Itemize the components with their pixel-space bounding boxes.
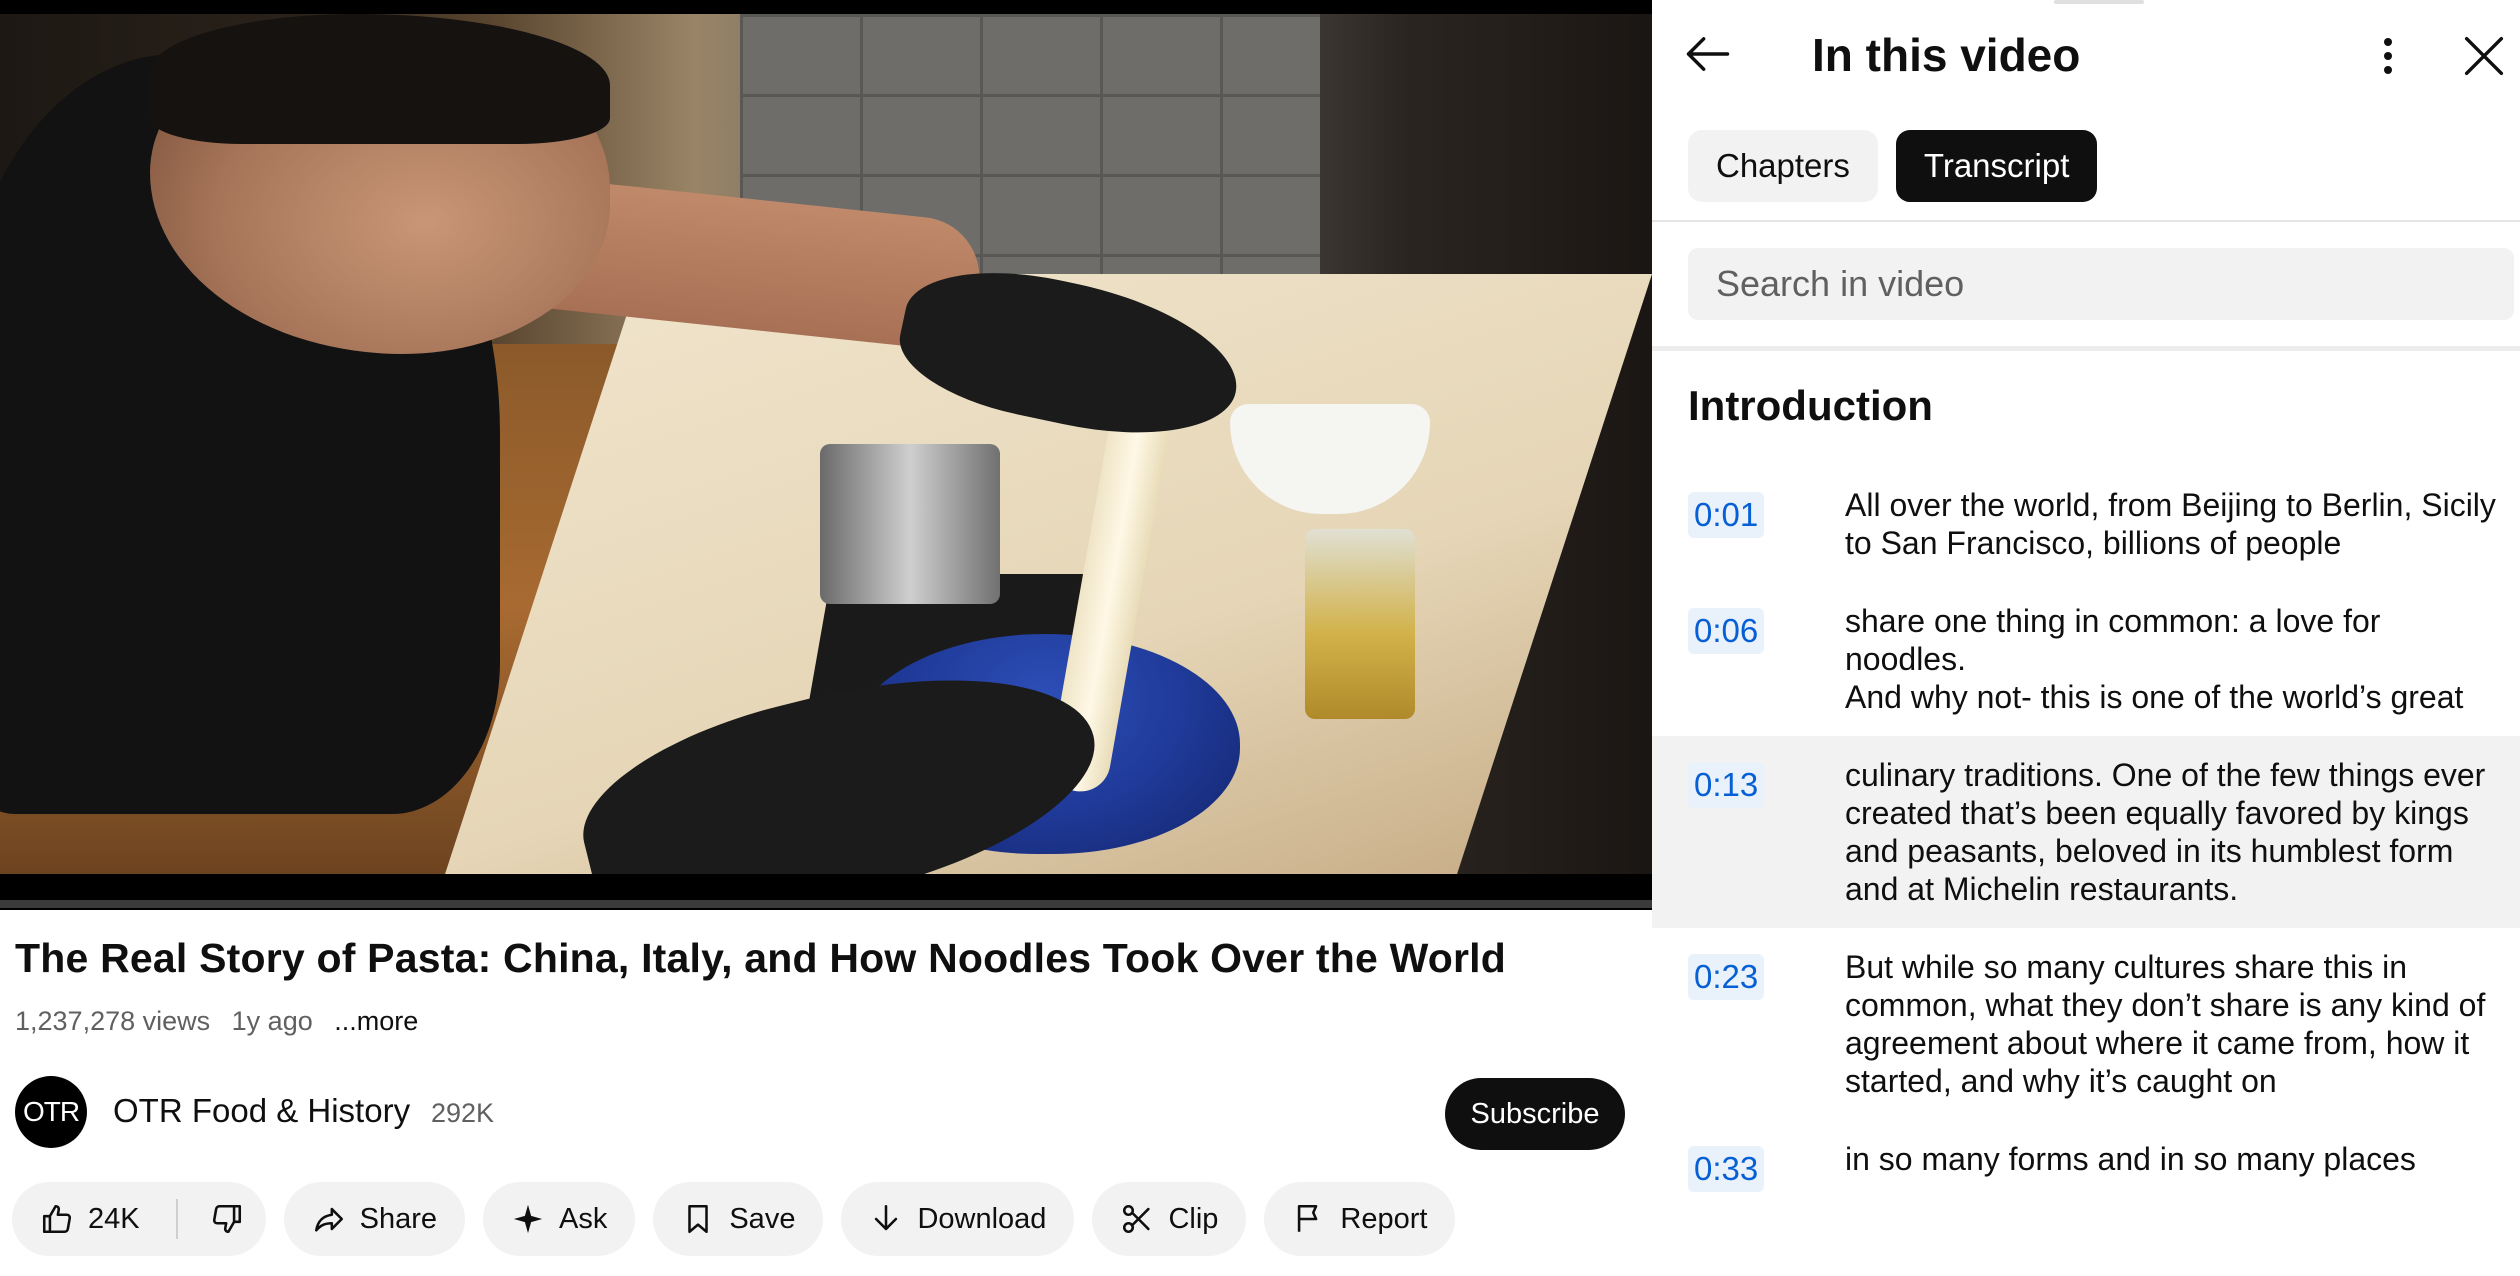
divider <box>1652 346 2520 351</box>
more-link[interactable]: ...more <box>334 1006 418 1036</box>
close-icon <box>2464 36 2504 76</box>
video-player[interactable] <box>0 0 1652 910</box>
segment-text: culinary traditions. One of the few thin… <box>1845 757 2486 907</box>
share-label: Share <box>359 1202 437 1235</box>
ask-button[interactable]: Ask <box>483 1182 636 1256</box>
panel-header: In this video <box>1652 0 2520 112</box>
share-button[interactable]: Share <box>283 1182 465 1256</box>
like-count: 24K <box>88 1202 140 1235</box>
in-this-video-panel: In this video Chapters Transcript Search… <box>1652 0 2520 1276</box>
timestamp[interactable]: 0:06 <box>1688 608 1765 654</box>
divider <box>1652 220 2520 222</box>
panel-title: In this video <box>1812 29 2081 81</box>
more-options-button[interactable] <box>2364 30 2412 82</box>
channel-name[interactable]: OTR Food & History <box>113 1092 410 1130</box>
thumbs-up-icon <box>42 1204 72 1234</box>
dislike-button[interactable] <box>192 1182 266 1256</box>
video-frame[interactable] <box>0 14 1652 874</box>
subscriber-count: 292K <box>431 1098 495 1128</box>
channel-row: OTR OTR Food & History 292K Subscribe <box>15 1074 1625 1150</box>
sparkle-icon <box>513 1204 543 1234</box>
transcript-segment[interactable]: 0:23 But while so many cultures share th… <box>1652 928 2520 1120</box>
ask-label: Ask <box>559 1202 608 1235</box>
action-bar: 24K Share Ask Save Download Clip Report <box>12 1182 1456 1256</box>
view-count: 1,237,278 views <box>15 1006 211 1036</box>
close-button[interactable] <box>2458 30 2510 82</box>
save-label: Save <box>729 1202 796 1235</box>
timestamp[interactable]: 0:13 <box>1688 762 1765 808</box>
transcript-segment-active[interactable]: 0:13 culinary traditions. One of the few… <box>1652 736 2520 928</box>
more-vert-icon <box>2384 38 2392 74</box>
timestamp[interactable]: 0:33 <box>1688 1146 1765 1192</box>
report-label: Report <box>1340 1202 1428 1235</box>
panel-tabs: Chapters Transcript <box>1688 130 2098 202</box>
transcript-segment[interactable]: 0:33 in so many forms and in so many pla… <box>1652 1120 2520 1198</box>
arrow-left-icon <box>1686 37 1730 71</box>
segment-text: All over the world, from Beijing to Berl… <box>1845 487 2496 561</box>
download-button[interactable]: Download <box>841 1182 1075 1256</box>
bookmark-icon <box>688 1204 709 1234</box>
report-button[interactable]: Report <box>1264 1182 1456 1256</box>
scissors-icon <box>1123 1204 1151 1234</box>
progress-bar[interactable] <box>0 900 1652 908</box>
subscribe-button[interactable]: Subscribe <box>1445 1078 1625 1150</box>
upload-age: 1y ago <box>231 1006 313 1036</box>
section-heading: Introduction <box>1688 382 1933 429</box>
avatar[interactable]: OTR <box>15 1076 87 1148</box>
segment-text: share one thing in common: a love for no… <box>1845 603 2464 715</box>
share-icon <box>314 1207 343 1232</box>
segment-text: in so many forms and in so many places <box>1845 1141 2416 1177</box>
transcript-segment[interactable]: 0:06 share one thing in common: a love f… <box>1652 582 2520 736</box>
watch-page: The Real Story of Pasta: China, Italy, a… <box>0 0 1652 1276</box>
timestamp[interactable]: 0:23 <box>1688 954 1765 1000</box>
download-icon <box>875 1204 898 1231</box>
save-button[interactable]: Save <box>653 1182 824 1256</box>
back-button[interactable] <box>1682 28 1734 80</box>
thumbs-down-icon <box>212 1204 241 1234</box>
tab-transcript[interactable]: Transcript <box>1895 130 2098 202</box>
video-title: The Real Story of Pasta: China, Italy, a… <box>15 935 1507 981</box>
transcript-segment[interactable]: 0:01 All over the world, from Beijing to… <box>1652 466 2520 582</box>
transcript-list: 0:01 All over the world, from Beijing to… <box>1652 466 2520 1198</box>
video-meta: 1,237,278 views 1y ago ...more <box>15 1006 432 1037</box>
timestamp[interactable]: 0:01 <box>1688 492 1765 538</box>
flag-icon <box>1298 1204 1318 1232</box>
segment-text: But while so many cultures share this in… <box>1845 949 2486 1099</box>
tab-chapters[interactable]: Chapters <box>1688 130 1878 202</box>
search-input[interactable]: Search in video <box>1688 248 2514 320</box>
clip-button[interactable]: Clip <box>1092 1182 1247 1256</box>
like-button[interactable]: 24K <box>12 1182 162 1256</box>
clip-label: Clip <box>1168 1202 1219 1235</box>
like-dislike-group: 24K <box>12 1182 266 1256</box>
download-label: Download <box>917 1202 1047 1235</box>
